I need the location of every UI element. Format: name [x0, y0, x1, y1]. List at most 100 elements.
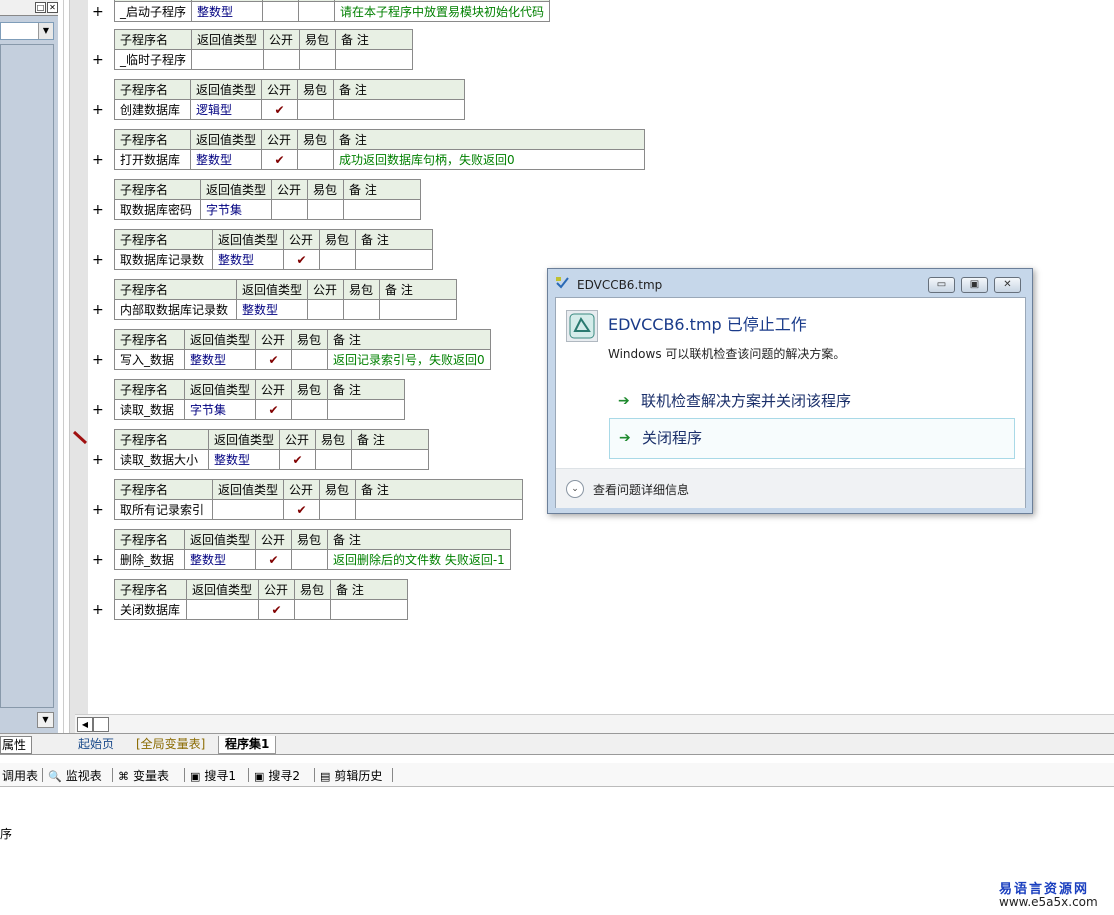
horizontal-scrollbar[interactable]: ◀: [75, 714, 1114, 733]
cell-public[interactable]: ✔: [279, 449, 317, 470]
expand-plus-icon[interactable]: +: [92, 602, 104, 618]
cell-easy[interactable]: [299, 49, 337, 70]
table-row[interactable]: 打开数据库 整数型 ✔ 成功返回数据库句柄，失败返回0: [114, 149, 646, 170]
cell-type[interactable]: 整数型: [183, 349, 257, 370]
toolbar-item-1[interactable]: 🔍 监视表: [48, 767, 102, 784]
expand-plus-icon[interactable]: +: [92, 152, 104, 168]
table-row[interactable]: 读取_数据大小 整数型 ✔: [114, 449, 430, 470]
chevron-down-icon[interactable]: ▼: [37, 712, 54, 728]
expand-plus-icon[interactable]: +: [92, 102, 104, 118]
cell-name[interactable]: 写入_数据: [114, 349, 185, 370]
close-program-option[interactable]: ➔ 关闭程序: [609, 418, 1015, 459]
table-row[interactable]: 内部取数据库记录数 整数型: [114, 299, 458, 320]
cell-type[interactable]: [211, 499, 285, 520]
toolbar-item-4[interactable]: ▣ 搜寻2: [254, 767, 300, 784]
expand-plus-icon[interactable]: +: [92, 4, 104, 20]
cell-easy[interactable]: [297, 149, 335, 170]
cell-note[interactable]: 成功返回数据库句柄，失败返回0: [333, 149, 646, 170]
cell-note[interactable]: [335, 49, 414, 70]
cell-easy[interactable]: [307, 199, 345, 220]
cell-name[interactable]: 读取_数据: [114, 399, 185, 420]
cell-easy[interactable]: [291, 399, 329, 420]
toolbar-item-0[interactable]: 调用表: [2, 767, 38, 784]
table-row[interactable]: 读取_数据 字节集 ✔: [114, 399, 406, 420]
cell-name[interactable]: 内部取数据库记录数: [114, 299, 237, 320]
cell-public[interactable]: ✔: [283, 249, 321, 270]
dialog-titlebar[interactable]: EDVCCB6.tmp ▭ ▣ ✕: [548, 269, 1032, 295]
cell-public[interactable]: ✔: [255, 399, 293, 420]
cell-name[interactable]: 读取_数据大小: [114, 449, 209, 470]
cell-name[interactable]: _启动子程序: [113, 1, 193, 22]
cell-note[interactable]: [351, 449, 430, 470]
tab-start[interactable]: 起始页: [72, 736, 120, 754]
cell-type[interactable]: 整数型: [207, 449, 281, 470]
table-row[interactable]: 取数据库记录数 整数型 ✔: [114, 249, 434, 270]
cell-public[interactable]: [262, 1, 300, 22]
cell-note[interactable]: [330, 599, 408, 620]
expand-plus-icon[interactable]: +: [92, 452, 104, 468]
expand-plus-icon[interactable]: +: [92, 402, 104, 418]
cell-note[interactable]: [379, 299, 458, 320]
expand-plus-icon[interactable]: +: [92, 552, 104, 568]
restore-icon[interactable]: □: [35, 2, 46, 13]
tab-properties[interactable]: 属性: [0, 736, 32, 754]
cell-name[interactable]: 删除_数据: [114, 549, 185, 570]
check-online-option[interactable]: ➔ 联机检查解决方案并关闭该程序: [609, 382, 1015, 423]
cell-note[interactable]: [355, 249, 434, 270]
cell-type[interactable]: 整数型: [183, 549, 257, 570]
cell-type[interactable]: [191, 49, 265, 70]
cell-easy[interactable]: [319, 249, 357, 270]
cell-note[interactable]: [327, 399, 406, 420]
cell-public[interactable]: [271, 199, 309, 220]
cell-type[interactable]: 整数型: [191, 1, 264, 22]
cell-name[interactable]: 取所有记录索引: [114, 499, 213, 520]
cell-public[interactable]: ✔: [261, 99, 299, 120]
cell-type[interactable]: 整数型: [235, 299, 309, 320]
close-icon[interactable]: ✕: [47, 2, 58, 13]
cell-easy[interactable]: [294, 599, 331, 620]
expand-chevron-icon[interactable]: ⌄: [566, 480, 584, 498]
cell-easy[interactable]: [319, 499, 357, 520]
cell-note[interactable]: [355, 499, 524, 520]
cell-type[interactable]: [186, 599, 259, 620]
cell-type[interactable]: 逻辑型: [189, 99, 263, 120]
cell-public[interactable]: ✔: [283, 499, 321, 520]
cell-public[interactable]: ✔: [258, 599, 295, 620]
cell-name[interactable]: 创建数据库: [114, 99, 191, 120]
table-row[interactable]: 关闭数据库 ✔: [114, 599, 408, 620]
cell-easy[interactable]: [291, 549, 329, 570]
cell-public[interactable]: [307, 299, 345, 320]
table-row[interactable]: 取所有记录索引 ✔: [114, 499, 524, 520]
minimize-button[interactable]: ▭: [928, 277, 955, 293]
cell-easy[interactable]: [343, 299, 381, 320]
cell-public[interactable]: ✔: [255, 549, 293, 570]
table-row[interactable]: 创建数据库 逻辑型 ✔: [114, 99, 466, 120]
cell-name[interactable]: 取数据库记录数: [114, 249, 213, 270]
cell-type[interactable]: 字节集: [199, 199, 273, 220]
cell-note[interactable]: [343, 199, 422, 220]
cell-public[interactable]: [263, 49, 301, 70]
cell-easy[interactable]: [315, 449, 353, 470]
chevron-down-icon[interactable]: ▼: [38, 23, 53, 39]
cell-name[interactable]: _临时子程序: [113, 49, 193, 70]
cell-public[interactable]: ✔: [255, 349, 293, 370]
table-row[interactable]: 取数据库密码 字节集: [114, 199, 422, 220]
table-row[interactable]: _临时子程序: [113, 49, 414, 70]
cell-easy[interactable]: [297, 99, 335, 120]
splitter[interactable]: [63, 0, 67, 733]
details-link[interactable]: 查看问题详细信息: [593, 481, 689, 498]
scroll-thumb[interactable]: [93, 717, 109, 732]
cell-name[interactable]: 取数据库密码: [114, 199, 201, 220]
cell-name[interactable]: 关闭数据库: [114, 599, 187, 620]
table-row[interactable]: 写入_数据 整数型 ✔ 返回记录索引号，失败返回0: [114, 349, 491, 370]
toolbar-item-5[interactable]: ▤ 剪辑历史: [320, 767, 382, 784]
panel-combo[interactable]: ▼: [0, 22, 54, 40]
cell-type[interactable]: 字节集: [183, 399, 257, 420]
cell-note[interactable]: 请在本子程序中放置易模块初始化代码: [334, 1, 551, 22]
expand-plus-icon[interactable]: +: [92, 352, 104, 368]
toolbar-item-2[interactable]: ⌘ 变量表: [118, 767, 169, 784]
cell-note[interactable]: [333, 99, 466, 120]
table-row[interactable]: 删除_数据 整数型 ✔ 返回删除后的文件数 失败返回-1: [114, 549, 511, 570]
maximize-button[interactable]: ▣: [961, 277, 988, 293]
scroll-left-icon[interactable]: ◀: [77, 717, 93, 732]
